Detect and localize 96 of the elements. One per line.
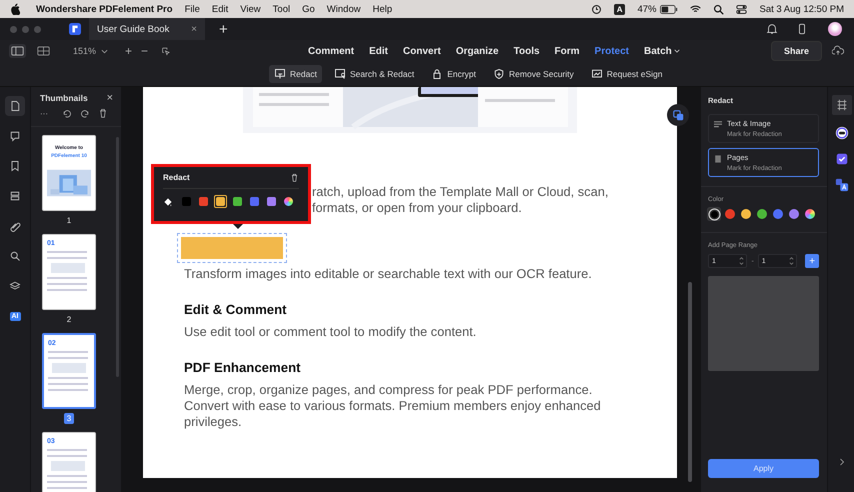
menu-tab[interactable]: Form [554, 46, 580, 56]
text-lines-icon [714, 121, 722, 129]
battery-percentage: 47% [637, 4, 656, 14]
caret-icon [101, 48, 108, 54]
color-swatch[interactable] [772, 208, 784, 220]
color-swatch[interactable] [197, 195, 210, 208]
layout-icon[interactable] [35, 44, 52, 58]
color-swatch[interactable] [214, 195, 227, 208]
section-heading: Edit & Comment [184, 302, 288, 317]
search-icon [334, 68, 346, 80]
page-number: 1 [66, 215, 72, 226]
toolbar-button[interactable]: Search & Redact [328, 65, 420, 83]
menu-tab[interactable]: Organize [456, 46, 499, 56]
zoom-out-button[interactable]: − [141, 44, 148, 58]
menu-tab[interactable]: Tools [514, 46, 540, 56]
menu-tab[interactable]: Comment [308, 46, 354, 56]
panel-title: Thumbnails [40, 93, 88, 103]
body-text: ratch, upload from the Template Mall or Cloud, scan, [312, 184, 610, 200]
color-swatch[interactable] [180, 195, 193, 208]
stepper-icon[interactable] [739, 255, 744, 267]
color-swatch[interactable] [756, 208, 768, 220]
menu-tab[interactable]: Batch [644, 46, 680, 56]
paint-bucket-icon[interactable] [163, 196, 173, 206]
menu-item[interactable]: View [240, 4, 261, 14]
color-swatch[interactable] [724, 208, 736, 220]
menu-tab[interactable]: Convert [403, 46, 441, 56]
panel-toggle-icon[interactable] [9, 44, 26, 58]
menu-item[interactable]: Go [302, 4, 315, 14]
menu-item[interactable]: Help [372, 4, 392, 14]
app-logo-icon [69, 23, 81, 35]
rotate-right-icon[interactable] [80, 108, 90, 118]
trash-icon[interactable] [290, 173, 299, 182]
more-button[interactable]: ··· [40, 108, 48, 118]
body-text: Transform images into editable or searchable text with our OCR feature. [184, 266, 593, 282]
toolbar-button[interactable]: Encrypt [426, 65, 482, 83]
color-swatch[interactable] [804, 208, 816, 220]
avatar[interactable] [828, 22, 842, 36]
close-icon[interactable]: × [191, 24, 197, 34]
apple-icon[interactable] [10, 3, 20, 15]
body-text: formats, or open from your clipboard. [312, 200, 523, 216]
clock-icon[interactable] [590, 4, 602, 14]
new-tab-button[interactable]: + [213, 20, 234, 38]
copy-icon [672, 110, 684, 120]
color-swatch[interactable] [231, 195, 244, 208]
sign-icon [590, 68, 603, 80]
translate-icon[interactable] [834, 177, 850, 193]
menu-tab[interactable]: Protect [594, 46, 629, 56]
share-button[interactable]: Share [770, 41, 822, 61]
toolbar-button[interactable]: Redact [269, 65, 322, 83]
zoom-in-button[interactable]: + [125, 44, 132, 58]
document-tab[interactable]: User Guide Book × [89, 18, 205, 40]
popup-title: Redact [163, 173, 190, 182]
menu-item[interactable]: Window [326, 4, 361, 14]
page-number: 2 [66, 314, 72, 325]
page-icon [714, 155, 722, 163]
cloud-upload-icon[interactable] [832, 45, 844, 57]
chevron-right-icon[interactable] [838, 458, 844, 466]
lock-icon [431, 68, 444, 80]
menubar-clock[interactable]: Sat 3 Aug 12:50 PM [759, 4, 844, 14]
color-swatch[interactable] [740, 208, 752, 220]
close-icon[interactable]: × [106, 92, 113, 104]
page-icon[interactable] [5, 96, 25, 116]
add-range-button[interactable]: + [805, 254, 820, 268]
shield-icon [493, 68, 506, 80]
stepper-icon[interactable] [789, 255, 794, 267]
menu-item[interactable]: File [184, 4, 200, 14]
color-swatch[interactable] [788, 208, 800, 220]
body-text: Merge, crop, organize pages, and compress for peak PDF performance. Convert with ease to various formats. Premium members enjoy enhanced privileges. [184, 382, 602, 430]
color-swatch[interactable] [265, 195, 278, 208]
tab-title: User Guide Book [97, 24, 170, 34]
page-number: 3 [64, 413, 74, 424]
color-swatch[interactable] [282, 195, 295, 208]
menu-tab[interactable]: Edit [369, 46, 388, 56]
input-source-badge[interactable]: A [614, 4, 626, 14]
control-center-icon[interactable] [736, 4, 748, 14]
wifi-icon[interactable] [690, 4, 702, 14]
app-menu[interactable]: Wondershare PDFelement Pro [36, 4, 173, 14]
body-text: Use edit tool or comment tool to modify the content. [184, 324, 478, 340]
section-heading: PDF Enhancement [184, 360, 302, 375]
phone-icon[interactable] [796, 23, 808, 35]
redact-icon [274, 68, 286, 80]
zoom-dropdown[interactable]: 151% [73, 46, 108, 56]
toolbar-button[interactable]: Remove Security [488, 65, 579, 83]
battery-icon[interactable] [660, 4, 678, 14]
grid-icon[interactable] [832, 95, 852, 115]
scrollbar[interactable] [688, 282, 692, 482]
menu-item[interactable]: Tool [272, 4, 290, 14]
trash-icon[interactable] [98, 108, 108, 118]
menu-item[interactable]: Edit [212, 4, 228, 14]
color-swatch[interactable] [248, 195, 261, 208]
text-lines-drawing [48, 351, 90, 391]
bell-icon[interactable] [766, 23, 778, 35]
toolbar-button[interactable]: Request eSign [586, 65, 668, 83]
rotate-left-icon[interactable] [62, 108, 72, 118]
color-swatch[interactable] [708, 208, 720, 220]
search-icon[interactable] [713, 4, 724, 14]
